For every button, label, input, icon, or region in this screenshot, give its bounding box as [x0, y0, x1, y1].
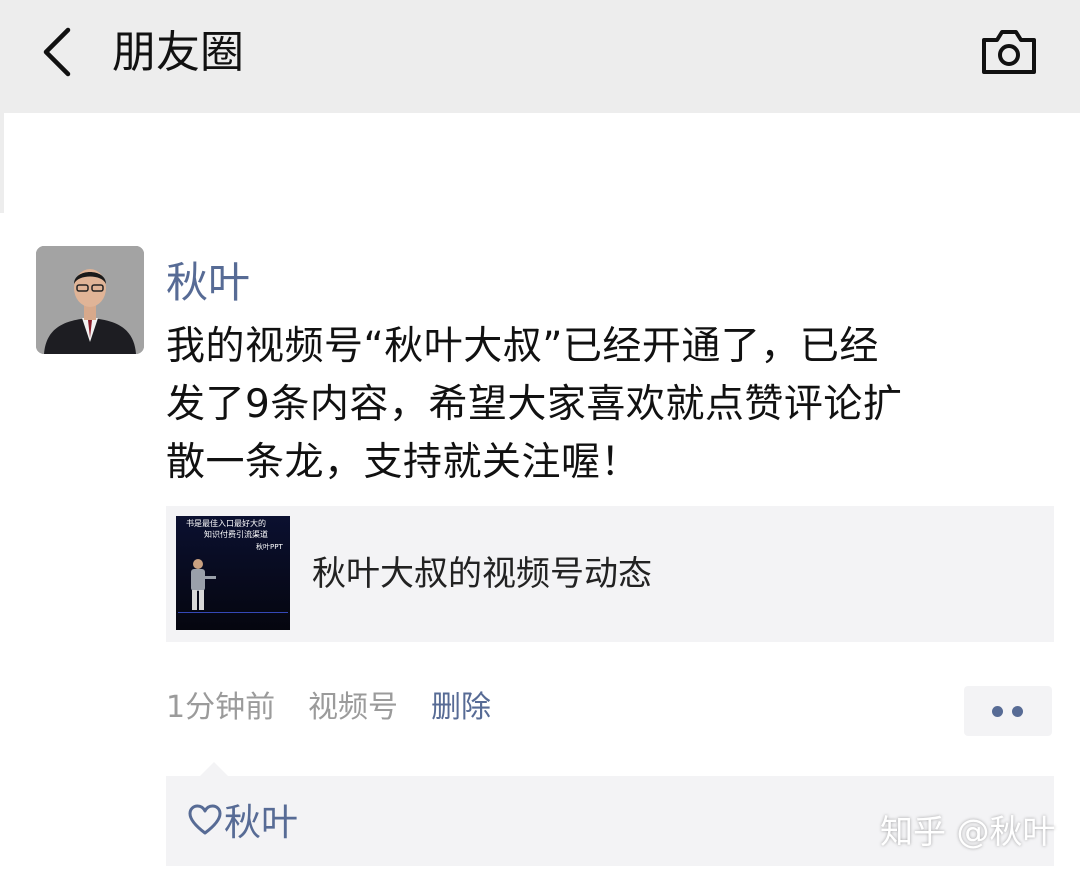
post-author[interactable]: 秋叶 — [166, 256, 250, 310]
speaker-figure — [178, 559, 288, 613]
page-title: 朋友圈 — [112, 27, 244, 78]
video-thumbnail: 书是最佳入口最好大的 知识付费引流渠道 秋叶PPT — [176, 516, 290, 630]
camera-button[interactable] — [980, 28, 1038, 76]
liker-name[interactable]: 秋叶 — [224, 800, 298, 846]
post-text-line: 我的视频号“秋叶大叔”已经开通了，已经 — [166, 324, 879, 369]
video-link-card[interactable]: 书是最佳入口最好大的 知识付费引流渠道 秋叶PPT 秋叶大叔的视频号动态 — [166, 506, 1054, 642]
more-actions-button[interactable] — [964, 686, 1052, 736]
camera-icon — [982, 30, 1036, 74]
avatar-photo — [36, 246, 144, 354]
heart-icon — [188, 804, 222, 835]
delete-button[interactable]: 删除 — [431, 688, 491, 728]
post-time: 1分钟前 — [166, 690, 276, 725]
watermark: 知乎 @秋叶 — [880, 812, 1056, 851]
back-button[interactable] — [38, 24, 78, 80]
link-card-title: 秋叶大叔的视频号动态 — [312, 554, 652, 594]
post-text-line: 发了9条内容，希望大家喜欢就点赞评论扩 — [166, 382, 903, 427]
post-text-line: 散一条龙，支持就关注喔！ — [166, 440, 641, 485]
post-source[interactable]: 视频号 — [308, 688, 398, 728]
divider — [0, 113, 4, 213]
chevron-left-icon — [43, 27, 71, 77]
post-text: 我的视频号“秋叶大叔”已经开通了，已经 发了9条内容，希望大家喜欢就点赞评论扩 … — [166, 318, 1046, 492]
top-bar: 朋友圈 — [0, 0, 1080, 113]
avatar[interactable] — [36, 246, 144, 354]
